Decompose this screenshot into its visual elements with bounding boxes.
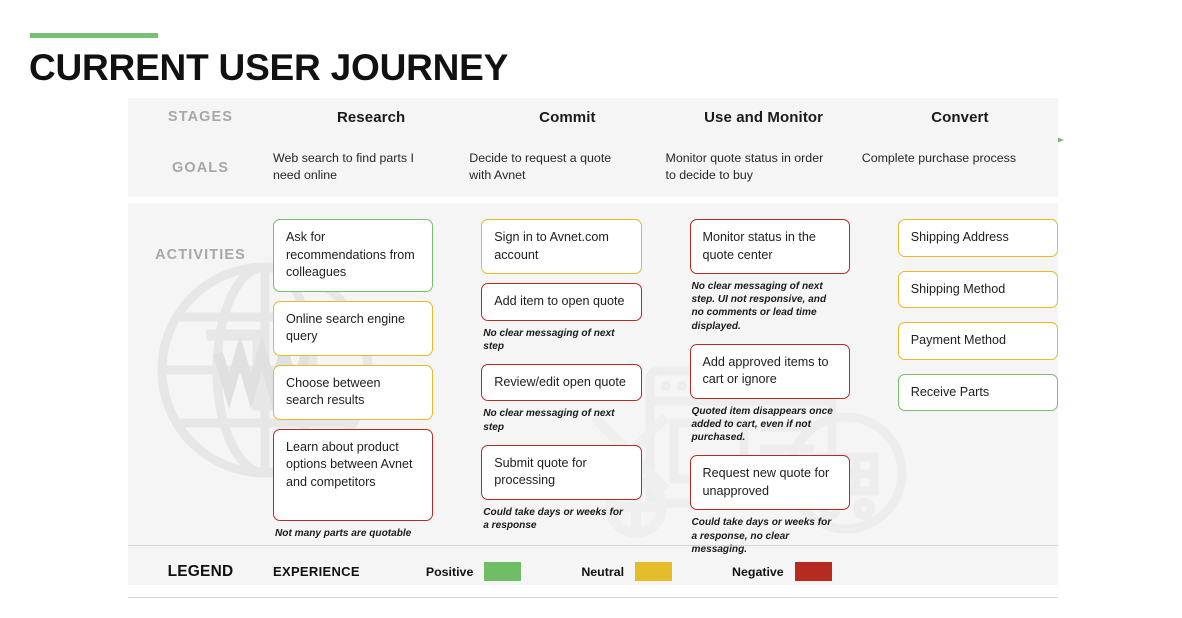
activity-note: Could take days or weeks for a response	[483, 506, 623, 532]
goal-col-commit: Decide to request a quote with Avnet	[469, 150, 665, 183]
goal-text: Complete purchase process	[861, 151, 1017, 165]
stage-title: Commit	[539, 108, 596, 126]
page-title: CURRENT USER JOURNEY	[29, 47, 509, 88]
row-label-goals: GOALS	[171, 160, 230, 176]
activity-card[interactable]: Learn about product options between Avne…	[273, 428, 434, 521]
activity-card[interactable]: Ask for recommendations from colleagues	[273, 219, 434, 292]
activity-card[interactable]: Add approved items to cart or ignore	[689, 343, 850, 399]
stage-col-use-and-monitor: Use and Monitor	[666, 109, 862, 126]
activity-card[interactable]: Submit quote for processing	[481, 444, 642, 500]
goal-col-research: Web search to find parts I need online	[273, 150, 469, 183]
activities-row: ACTIVITIES Ask for recommendations from …	[128, 219, 1058, 567]
stage-title: Use and Monitor	[704, 108, 824, 126]
activity-card[interactable]: Payment Method	[897, 322, 1058, 360]
activity-col-convert: Shipping Address Shipping Method Payment…	[897, 219, 1058, 420]
journey-map-page: CURRENT USER JOURNEY STAGES Research Com…	[0, 0, 1182, 618]
activity-card[interactable]: Add item to open quote	[481, 283, 642, 321]
stage-col-commit: Commit	[469, 109, 665, 126]
activity-card[interactable]: Request new quote for unapproved	[689, 455, 850, 511]
activity-card[interactable]: Sign in to Avnet.com account	[481, 219, 642, 274]
stages-row: STAGES Research Commit Use and Monitor C…	[128, 98, 1058, 132]
activity-card[interactable]: Online search engine query	[273, 300, 434, 356]
goals-row: GOALS Web search to find parts I need on…	[128, 132, 1058, 197]
stages-panel: STAGES Research Commit Use and Monitor C…	[128, 98, 1064, 146]
stage-title: Convert	[931, 108, 989, 126]
activity-note: Quoted item disappears once added to car…	[691, 405, 833, 444]
row-label-stages: STAGES	[167, 109, 234, 125]
activity-col-use-and-monitor: Monitor status in the quote center No cl…	[689, 219, 898, 567]
activity-note: No clear messaging of next step. UI not …	[691, 281, 827, 332]
activity-card[interactable]: Shipping Method	[897, 270, 1058, 308]
activities-panel: ACTIVITIES Ask for recommendations from …	[128, 203, 1058, 586]
goal-text: Decide to request a quote with Avnet	[469, 151, 612, 182]
activity-card[interactable]: Review/edit open quote	[481, 363, 642, 402]
activity-card[interactable]: Monitor status in the quote center	[689, 219, 850, 274]
stage-title: Research	[336, 108, 406, 126]
stage-col-convert: Convert	[862, 109, 1058, 126]
goal-text: Web search to find parts I need online	[273, 151, 414, 182]
activity-note: Could take days or weeks for a response,…	[691, 517, 832, 555]
activity-col-commit: Sign in to Avnet.com account Add item to…	[481, 219, 689, 543]
activity-card[interactable]: Choose between search results	[273, 364, 434, 420]
title-accent-rule	[30, 33, 158, 38]
activity-note: Not many parts are quotable	[275, 527, 412, 539]
stage-col-research: Research	[273, 109, 469, 126]
journey-board: STAGES Research Commit Use and Monitor C…	[128, 98, 1064, 586]
activity-note: No clear messaging of next step	[483, 327, 615, 352]
goal-text: Monitor quote status in order to decide …	[665, 151, 824, 182]
goal-col-convert: Complete purchase process	[862, 150, 1058, 167]
goal-col-use-and-monitor: Monitor quote status in order to decide …	[666, 150, 862, 183]
row-label-activities: ACTIVITIES	[155, 247, 246, 263]
activity-card[interactable]: Receive Parts	[897, 373, 1058, 411]
activity-note: No clear messaging of next step	[483, 408, 615, 433]
activity-col-research: Ask for recommendations from colleagues …	[273, 219, 481, 551]
legend-divider-bottom	[128, 597, 1058, 598]
activity-card[interactable]: Shipping Address	[897, 219, 1058, 257]
